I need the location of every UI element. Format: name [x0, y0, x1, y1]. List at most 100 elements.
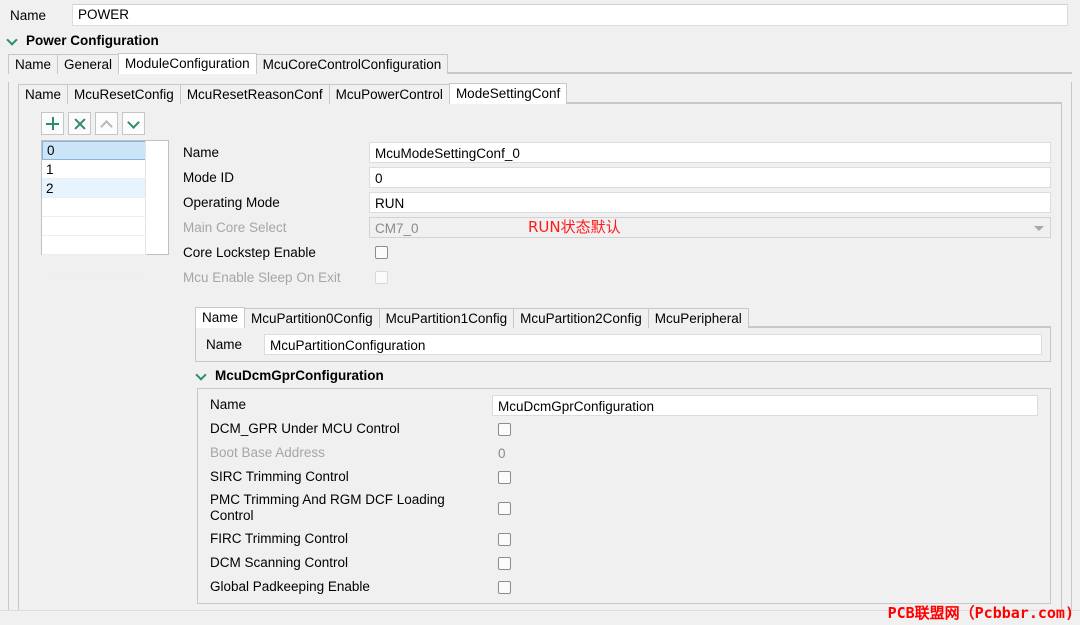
- mode-list[interactable]: 012: [41, 140, 169, 274]
- list-item[interactable]: 2: [42, 179, 146, 198]
- list-item[interactable]: 0: [42, 141, 146, 160]
- list-item[interactable]: 1: [42, 160, 146, 179]
- dcm-row-label: Global Padkeeping Enable: [210, 579, 370, 594]
- delete-button[interactable]: [68, 112, 91, 135]
- form-row: Mode ID 0: [183, 165, 1051, 190]
- dcm-row: Name McuDcmGprConfiguration: [198, 393, 1050, 417]
- dcm-row: DCM_GPR Under MCU Control: [198, 417, 1050, 441]
- list-item-empty: [42, 198, 146, 217]
- tab-name[interactable]: Name: [195, 307, 246, 328]
- tab-mcupartition0config[interactable]: McuPartition0Config: [244, 308, 380, 328]
- dcm-row: Global Padkeeping Enable: [198, 575, 1050, 599]
- tab-mcucorecontrolconfiguration[interactable]: McuCoreControlConfiguration: [255, 54, 449, 74]
- tab-mcupartition2config[interactable]: McuPartition2Config: [513, 308, 649, 328]
- dcm-row: FIRC Trimming Control: [198, 527, 1050, 551]
- dcm-row: SIRC Trimming Control: [198, 465, 1050, 489]
- top-name-label: Name: [10, 7, 47, 23]
- list-form-split: 012 Name McuModeSettingConf_0 Mode ID 0 Oper…: [19, 140, 1061, 290]
- watermark: PCB联盟网（Pcbbar.com): [887, 604, 1074, 622]
- chevron-down-icon[interactable]: [197, 370, 208, 381]
- dcm-row-static-value: 0: [498, 445, 506, 461]
- dcm-row-input[interactable]: McuDcmGprConfiguration: [492, 394, 1038, 416]
- checkbox[interactable]: [498, 501, 511, 515]
- dcm-row-label: Name: [210, 397, 247, 412]
- dcm-row: DCM Scanning Control: [198, 551, 1050, 575]
- move-down-button[interactable]: [122, 112, 145, 135]
- mode-setting-form: Name McuModeSettingConf_0 Mode ID 0 Operatin…: [183, 140, 1051, 290]
- form-row-value: 0: [375, 171, 383, 186]
- checkbox[interactable]: [498, 532, 511, 546]
- form-row: Operating Mode RUN: [183, 190, 1051, 215]
- operating-mode-annotation: RUN状态默认: [528, 218, 621, 236]
- form-row-label: Name: [183, 145, 220, 160]
- form-row-input[interactable]: 0: [369, 167, 1051, 188]
- checkbox[interactable]: [498, 556, 511, 570]
- list-item-empty: [42, 255, 146, 274]
- checkbox[interactable]: [498, 470, 511, 484]
- list-scroll-gutter[interactable]: [145, 141, 168, 254]
- tab-mcuresetconfig[interactable]: McuResetConfig: [67, 84, 181, 104]
- partition-panel: Name McuPartitionConfiguration: [195, 328, 1051, 362]
- form-row-value: RUN: [375, 196, 405, 211]
- form-row-label: Operating Mode: [183, 195, 280, 210]
- add-button[interactable]: [41, 112, 64, 135]
- tab-mcupowercontrol[interactable]: McuPowerControl: [328, 84, 450, 104]
- form-row: Mcu Enable Sleep On Exit: [183, 265, 1051, 290]
- dcm-row: PMC Trimming And RGM DCF Loading Control: [198, 489, 1050, 527]
- form-row-value: CM7_0: [375, 221, 419, 236]
- partition-name-row: Name McuPartitionConfiguration: [196, 331, 1050, 358]
- form-row-label: Main Core Select: [183, 220, 287, 235]
- power-configuration-editor: Name POWER Power Configuration Name Gener…: [0, 0, 1080, 625]
- dcm-row: Boot Base Address 0: [198, 441, 1050, 465]
- dcm-row-label: Boot Base Address: [210, 445, 325, 460]
- dcm-row-label: FIRC Trimming Control: [210, 531, 349, 546]
- tab-modesettingconf[interactable]: ModeSettingConf: [448, 83, 568, 104]
- form-row: Name McuModeSettingConf_0: [183, 140, 1051, 165]
- tab-mcuperipheral[interactable]: McuPeripheral: [647, 308, 749, 328]
- partition-name-field[interactable]: McuPartitionConfiguration: [264, 334, 1042, 355]
- dcm-gpr-title: McuDcmGprConfiguration: [215, 368, 384, 383]
- checkbox[interactable]: [375, 246, 388, 259]
- form-row-value: McuModeSettingConf_0: [375, 146, 520, 161]
- tab-mcuresetreasonconf[interactable]: McuResetReasonConf: [179, 84, 330, 104]
- tab-general[interactable]: General: [57, 54, 120, 74]
- form-row-label: Mode ID: [183, 170, 235, 185]
- dcm-row-label: SIRC Trimming Control: [210, 469, 349, 484]
- form-row: Core Lockstep Enable: [183, 240, 1051, 265]
- partition-name-label: Name: [206, 337, 243, 352]
- dcm-row-label: DCM_GPR Under MCU Control: [210, 421, 400, 436]
- tabstrip-level1: Name General ModuleConfiguration McuCoreCon…: [8, 52, 1072, 74]
- tab-filler: [747, 306, 1051, 327]
- mode-setting-conf-panel: 012 Name McuModeSettingConf_0 Mode ID 0 Oper…: [18, 104, 1062, 613]
- tab-name[interactable]: Name: [8, 54, 59, 74]
- top-name-row: Name POWER: [0, 0, 1080, 30]
- list-item-empty: [42, 217, 146, 236]
- module-configuration-panel: Name McuResetConfig McuResetReasonConf McuP…: [8, 82, 1072, 622]
- form-row-input[interactable]: McuModeSettingConf_0: [369, 142, 1051, 163]
- list-item-empty: [42, 236, 146, 255]
- chevron-down-icon[interactable]: [1034, 226, 1044, 231]
- tabstrip-level3: Name McuPartition0Config McuPartition1Conf…: [195, 306, 1051, 328]
- chevron-down-icon[interactable]: [8, 35, 19, 46]
- tab-moduleconfiguration[interactable]: ModuleConfiguration: [118, 53, 257, 74]
- move-up-button[interactable]: [95, 112, 118, 135]
- form-row-input[interactable]: RUN: [369, 192, 1051, 213]
- dcm-gpr-panel: Name McuDcmGprConfiguration DCM_GPR Under …: [197, 388, 1051, 604]
- tab-filler: [566, 82, 1062, 103]
- checkbox[interactable]: [498, 422, 511, 436]
- tab-name[interactable]: Name: [18, 84, 69, 104]
- form-row-label: Mcu Enable Sleep On Exit: [183, 270, 341, 285]
- dcm-row-label: DCM Scanning Control: [210, 555, 349, 570]
- checkbox: [375, 271, 388, 284]
- tab-mcupartition1config[interactable]: McuPartition1Config: [378, 308, 515, 328]
- tab-filler: [447, 52, 1072, 73]
- list-toolbar: [19, 104, 1061, 140]
- form-row-combo: CM7_0: [369, 217, 1051, 238]
- power-configuration-header[interactable]: Power Configuration: [0, 30, 1080, 52]
- dcm-gpr-header[interactable]: McuDcmGprConfiguration: [195, 362, 1051, 388]
- top-name-field[interactable]: POWER: [72, 4, 1068, 26]
- form-row-label: Core Lockstep Enable: [183, 245, 316, 260]
- checkbox[interactable]: [498, 580, 511, 594]
- tabstrip-level2: Name McuResetConfig McuResetReasonConf McuP…: [18, 82, 1062, 104]
- dcm-row-label: PMC Trimming And RGM DCF Loading Control: [210, 492, 445, 523]
